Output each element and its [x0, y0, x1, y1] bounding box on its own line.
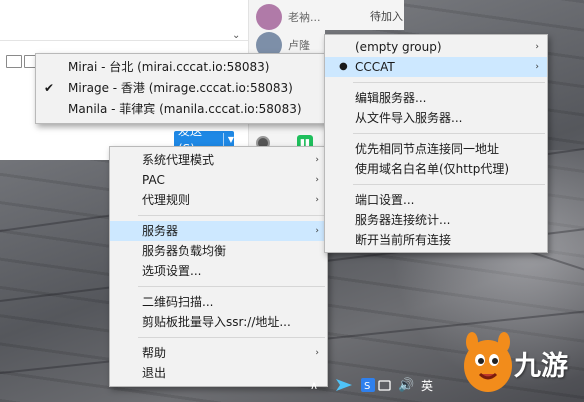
chevron-right-icon: ›	[535, 42, 539, 52]
watermark-text: 九游	[514, 351, 568, 382]
menu-item-label: 代理规则	[142, 193, 191, 207]
menu-item-label: CCCAT	[355, 60, 395, 74]
language-indicator[interactable]: 英	[421, 374, 433, 396]
menu-item-label: 服务器	[142, 224, 179, 238]
chevron-right-icon: ›	[315, 195, 319, 205]
svg-text:S: S	[364, 381, 370, 392]
menu-item-label: 退出	[142, 366, 167, 380]
menu-item-label: PAC	[142, 173, 165, 187]
menu-item-label: 使用域名白名单(仅http代理)	[355, 162, 509, 176]
menu-item-pac[interactable]: PAC ›	[110, 170, 327, 190]
menu-item-qrcode-scan[interactable]: 二维码扫描...	[110, 292, 327, 312]
server-item-mirai[interactable]: ✔ Mirai - 台北 (mirai.cccat.io:58083)	[36, 57, 326, 78]
volume-icon: 🔊	[398, 377, 415, 393]
menu-item-options[interactable]: 选项设置...	[110, 261, 327, 281]
chat-status: 待加入	[370, 10, 403, 23]
menu-separator	[138, 337, 325, 338]
chevron-up-icon: ∧	[310, 378, 319, 392]
chevron-right-icon: ›	[315, 175, 319, 185]
server-list-menu: ✔ Mirai - 台北 (mirai.cccat.io:58083) ✔ Mi…	[35, 53, 327, 124]
menu-item-disconnect-all[interactable]: 断开当前所有连接	[325, 230, 547, 250]
menu-item-label: 选项设置...	[142, 264, 202, 278]
menu-item-label: 服务器负载均衡	[142, 244, 227, 258]
chevron-right-icon: ›	[315, 155, 319, 165]
show-hidden-icons-button[interactable]: ∧	[310, 374, 318, 396]
language-label: 英	[421, 378, 434, 393]
menu-item-connection-stats[interactable]: 服务器连接统计...	[325, 210, 547, 230]
menu-item-label: 剪贴板批量导入ssr://地址...	[142, 315, 291, 329]
tray-app-icon[interactable]	[333, 374, 355, 396]
menu-item-domain-whitelist[interactable]: 使用域名白名单(仅http代理)	[325, 159, 547, 179]
avatar	[256, 4, 282, 30]
check-icon: ✔	[44, 81, 55, 95]
chevron-right-icon: ›	[315, 348, 319, 358]
input-method-icon: S	[361, 378, 391, 392]
chat-name: 卢隆	[288, 39, 310, 52]
chevron-down-icon[interactable]: ⌄	[232, 30, 240, 41]
menu-item-label: 编辑服务器...	[355, 91, 427, 105]
menu-item-label: 帮助	[142, 346, 167, 360]
server-group-menu: (empty group) › ● CCCAT › 编辑服务器... 从文件导入…	[324, 34, 548, 253]
volume-button[interactable]: 🔊	[398, 374, 414, 396]
menu-item-import-from-file[interactable]: 从文件导入服务器...	[325, 108, 547, 128]
menu-separator	[138, 215, 325, 216]
file-icon[interactable]	[6, 55, 22, 68]
menu-item-label: 二维码扫描...	[142, 295, 214, 309]
menu-separator	[353, 133, 545, 134]
menu-separator	[353, 82, 545, 83]
menu-item-label: 端口设置...	[355, 193, 415, 207]
menu-item-label: Manila - 菲律宾 (manila.cccat.io:58083)	[68, 102, 302, 116]
menu-item-exit[interactable]: 退出	[110, 363, 327, 383]
menu-item-same-node[interactable]: 优先相同节点连接同一地址	[325, 139, 547, 159]
send-button-divider	[222, 133, 224, 147]
menu-item-proxy-rules[interactable]: 代理规则 ›	[110, 190, 327, 210]
menu-item-servers[interactable]: 服务器 ›	[110, 221, 327, 241]
menu-item-load-balance[interactable]: 服务器负载均衡	[110, 241, 327, 261]
chat-list-item[interactable]: 老衲...	[256, 4, 321, 30]
chat-name: 老衲...	[288, 11, 321, 24]
tray-context-menu: 系统代理模式 › PAC › 代理规则 › 服务器 › 服务器负载均衡 选项设置…	[109, 146, 328, 387]
menu-item-label: 服务器连接统计...	[355, 213, 451, 227]
menu-separator	[138, 286, 325, 287]
menu-item-port-settings[interactable]: 端口设置...	[325, 190, 547, 210]
menu-item-label: 断开当前所有连接	[355, 233, 452, 247]
server-item-mirage[interactable]: ✔ Mirage - 香港 (mirage.cccat.io:58083)	[36, 78, 326, 99]
tray-ime-icon[interactable]: S	[360, 374, 394, 396]
menu-item-label: 系统代理模式	[142, 153, 215, 167]
menu-separator	[353, 184, 545, 185]
server-item-manila[interactable]: ✔ Manila - 菲律宾 (manila.cccat.io:58083)	[36, 99, 326, 120]
menu-item-empty-group[interactable]: (empty group) ›	[325, 37, 547, 57]
chevron-right-icon: ›	[535, 62, 539, 72]
menu-item-clipboard-import[interactable]: 剪贴板批量导入ssr://地址...	[110, 312, 327, 332]
menu-item-label: Mirai - 台北 (mirai.cccat.io:58083)	[68, 60, 270, 74]
selected-dot-icon: ●	[339, 61, 348, 72]
menu-item-edit-servers[interactable]: 编辑服务器...	[325, 88, 547, 108]
menu-item-label: (empty group)	[355, 40, 442, 54]
menu-item-label: 从文件导入服务器...	[355, 111, 463, 125]
menu-item-label: 优先相同节点连接同一地址	[355, 142, 500, 156]
toolbar-divider	[0, 40, 248, 41]
paper-plane-icon	[336, 379, 352, 391]
chevron-right-icon: ›	[315, 226, 319, 236]
menu-item-label: Mirage - 香港 (mirage.cccat.io:58083)	[68, 81, 293, 95]
menu-item-cccat[interactable]: ● CCCAT ›	[325, 57, 547, 77]
menu-item-proxy-mode[interactable]: 系统代理模式 ›	[110, 150, 327, 170]
menu-item-help[interactable]: 帮助 ›	[110, 343, 327, 363]
